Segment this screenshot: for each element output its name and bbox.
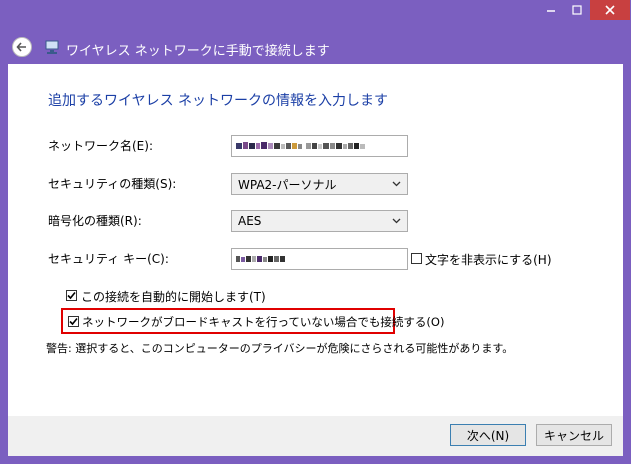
security-type-label: セキュリティの種類(S): — [48, 177, 177, 191]
back-arrow-icon — [16, 42, 26, 52]
maximize-icon — [572, 5, 582, 15]
hide-characters-label: 文字を非表示にする(H) — [425, 253, 552, 267]
security-key-label: セキュリティ キー(C): — [48, 252, 169, 266]
network-name-input[interactable] — [231, 135, 408, 157]
minimize-button[interactable] — [538, 0, 564, 20]
network-icon — [44, 39, 60, 55]
close-button[interactable] — [590, 0, 630, 20]
back-button[interactable] — [12, 37, 32, 57]
footer-bar: 次へ(N) キャンセル — [8, 416, 623, 456]
maximize-button[interactable] — [564, 0, 590, 20]
content-panel: 追加するワイヤレス ネットワークの情報を入力します ネットワーク名(E): セキ… — [8, 64, 623, 416]
hide-characters-checkbox[interactable] — [411, 253, 422, 264]
wizard-title: ワイヤレス ネットワークに手動で接続します — [66, 44, 330, 59]
pixelated-text — [236, 256, 285, 262]
next-button[interactable]: 次へ(N) — [450, 424, 526, 446]
security-key-input[interactable] — [231, 248, 408, 270]
network-name-label: ネットワーク名(E): — [48, 139, 153, 153]
encryption-type-select[interactable]: AES — [231, 210, 408, 232]
wizard-header: ワイヤレス ネットワークに手動で接続します — [8, 30, 623, 64]
security-type-value: WPA2-パーソナル — [238, 177, 337, 192]
encryption-type-label: 暗号化の種類(R): — [48, 214, 142, 228]
checkmark-icon — [67, 291, 76, 300]
connect-hidden-network-label: ネットワークがブロードキャストを行っていない場合でも接続する(O) — [82, 315, 445, 329]
close-icon — [605, 5, 615, 15]
security-type-select[interactable]: WPA2-パーソナル — [231, 173, 408, 195]
checkmark-icon — [69, 317, 78, 326]
auto-connect-label: この接続を自動的に開始します(T) — [81, 290, 266, 304]
chevron-down-icon — [392, 181, 401, 187]
chevron-down-icon — [392, 218, 401, 224]
auto-connect-checkbox[interactable] — [66, 290, 77, 301]
pixelated-text — [236, 142, 365, 149]
connect-hidden-network-checkbox[interactable] — [68, 316, 79, 327]
cancel-button[interactable]: キャンセル — [536, 424, 612, 446]
wizard-window: ワイヤレス ネットワークに手動で接続します 追加するワイヤレス ネットワークの情… — [0, 0, 631, 464]
encryption-type-value: AES — [238, 214, 262, 228]
minimize-icon — [547, 10, 555, 12]
instruction-heading: 追加するワイヤレス ネットワークの情報を入力します — [48, 93, 389, 109]
warning-text: 警告: 選択すると、このコンピューターのプライバシーが危険にさらされる可能性があ… — [46, 342, 514, 355]
